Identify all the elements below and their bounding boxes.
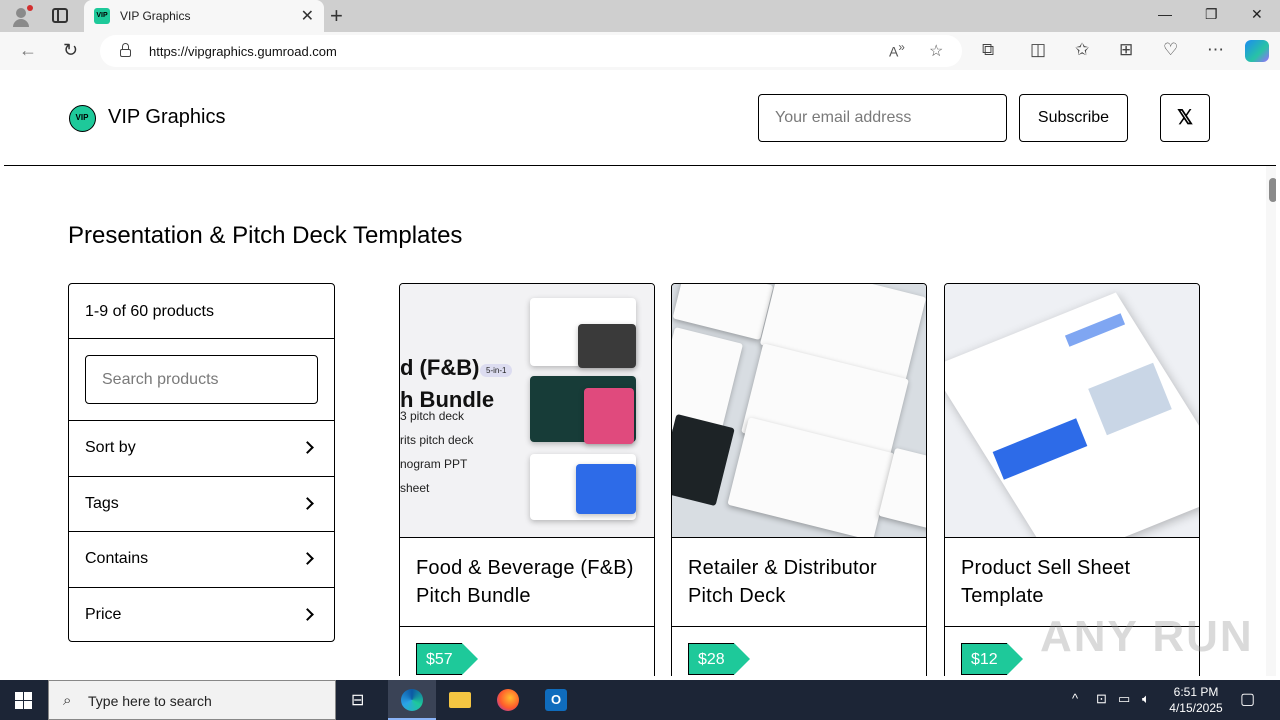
file-explorer-icon[interactable]: [436, 680, 484, 720]
favorites-icon[interactable]: ✩: [1075, 40, 1089, 60]
windows-start-icon[interactable]: [15, 692, 32, 709]
search-input[interactable]: [85, 355, 318, 404]
task-view-icon[interactable]: ⊟: [336, 680, 384, 720]
x-social-button[interactable]: 𝕏: [1160, 94, 1210, 142]
chevron-right-icon: [301, 496, 314, 510]
browser-tab-bar: VIP VIP Graphics ✕ + — ❐ ✕: [0, 0, 1280, 32]
url-text[interactable]: https://vipgraphics.gumroad.com: [149, 44, 337, 59]
filter-label: Sort by: [85, 439, 136, 456]
product-card[interactable]: Retailer & Distributor Pitch Deck $28: [671, 283, 927, 676]
slide-image: [584, 388, 634, 444]
volume-icon[interactable]: 🔈︎: [1142, 691, 1150, 707]
slide-image: [672, 413, 735, 507]
filter-contains[interactable]: Contains: [69, 532, 334, 588]
search-icon: ⌕: [63, 692, 72, 709]
watermark: ANY RUN: [1040, 612, 1254, 661]
filter-label: Contains: [85, 550, 149, 567]
price-row: $57: [400, 626, 654, 676]
slide-image: [578, 324, 636, 368]
product-thumbnail[interactable]: [945, 284, 1199, 538]
subscribe-button[interactable]: Subscribe: [1019, 94, 1128, 142]
new-tab-icon[interactable]: +: [330, 3, 343, 29]
scrollbar[interactable]: [1266, 166, 1276, 676]
page-viewport: VIP VIP Graphics Subscribe 𝕏 Presentatio…: [4, 70, 1276, 676]
thumbnail-pill: 5-in-1: [480, 364, 513, 377]
reload-icon[interactable]: ↻: [63, 40, 78, 61]
slide-image: [945, 292, 1199, 537]
extensions-icon[interactable]: ⧉: [982, 40, 994, 60]
thumbnail-text: 3 pitch deck: [400, 409, 465, 423]
outlook-icon[interactable]: O: [532, 680, 580, 720]
network-device-icon[interactable]: ⊡: [1096, 691, 1107, 707]
product-thumbnail[interactable]: d (F&B) h Bundle 5-in-1 3 pitch deck rits…: [400, 284, 654, 538]
price-tag: $12: [961, 643, 1023, 675]
address-bar[interactable]: https://vipgraphics.gumroad.com A» ☆: [100, 35, 962, 67]
product-name[interactable]: Product Sell Sheet Template: [961, 554, 1191, 610]
taskbar: ⌕ Type here to search ⊟ O ^ ⊡ ▭ 🔈︎ 6:51 …: [0, 680, 1280, 720]
product-name[interactable]: Food & Beverage (F&B) Pitch Bundle: [416, 554, 646, 610]
product-thumbnail[interactable]: [672, 284, 926, 538]
price-row: $28: [672, 626, 926, 676]
taskbar-search[interactable]: ⌕ Type here to search: [48, 680, 336, 720]
thumbnail-text: nogram PPT: [400, 457, 468, 471]
firefox-icon[interactable]: [484, 680, 532, 720]
favicon-icon: VIP: [94, 8, 110, 24]
taskbar-search-placeholder: Type here to search: [88, 693, 212, 709]
edge-taskbar-icon[interactable]: [388, 680, 436, 720]
tray-chevron-up-icon[interactable]: ^: [1072, 691, 1078, 706]
site-header: VIP VIP Graphics Subscribe 𝕏: [4, 70, 1276, 166]
filter-label: Price: [85, 605, 122, 623]
chevron-right-icon: [301, 552, 314, 565]
split-screen-icon[interactable]: ◫: [1030, 40, 1046, 60]
filter-sort-by[interactable]: Sort by: [69, 421, 334, 477]
thumbnail-headline: d (F&B) h Bundle: [400, 355, 495, 412]
x-logo-icon: 𝕏: [1176, 107, 1194, 129]
brand-logo[interactable]: VIP: [69, 105, 96, 132]
browser-toolbar: ← ↻ https://vipgraphics.gumroad.com A» ☆…: [0, 32, 1280, 70]
thumbnail-text: rits pitch deck: [400, 433, 474, 447]
read-aloud-icon[interactable]: A»: [889, 41, 905, 60]
maximize-icon[interactable]: ❐: [1205, 6, 1218, 23]
lock-icon[interactable]: [120, 43, 131, 57]
close-tab-icon[interactable]: ✕: [301, 6, 314, 26]
minimize-icon[interactable]: —: [1158, 6, 1172, 22]
profile-icon[interactable]: [10, 5, 33, 27]
chevron-right-icon: [301, 607, 314, 621]
filter-price[interactable]: Price: [69, 588, 334, 644]
page-title: Presentation & Pitch Deck Templates: [68, 222, 463, 249]
price-tag: $28: [688, 643, 750, 675]
tab-actions-icon[interactable]: [52, 8, 68, 23]
close-window-icon[interactable]: ✕: [1251, 6, 1263, 23]
notifications-icon[interactable]: ▢: [1240, 689, 1255, 709]
product-card[interactable]: d (F&B) h Bundle 5-in-1 3 pitch deck rits…: [399, 283, 655, 676]
filter-tags[interactable]: Tags: [69, 477, 334, 532]
network-icon[interactable]: ▭: [1118, 691, 1130, 707]
browser-tab[interactable]: VIP VIP Graphics ✕: [84, 0, 324, 32]
favorite-star-icon[interactable]: ☆: [929, 41, 943, 61]
price-tag: $57: [416, 643, 478, 675]
scrollbar-thumb[interactable]: [1269, 178, 1276, 202]
tab-title: VIP Graphics: [120, 9, 191, 23]
chevron-right-icon: [301, 441, 314, 454]
copilot-icon[interactable]: [1245, 40, 1269, 62]
back-icon[interactable]: ←: [19, 40, 37, 61]
brand-name[interactable]: VIP Graphics: [108, 106, 225, 129]
email-field[interactable]: [758, 94, 1007, 142]
product-count: 1-9 of 60 products: [69, 284, 334, 339]
taskbar-clock[interactable]: 6:51 PM 4/15/2025: [1164, 684, 1228, 716]
collections-icon[interactable]: ⊞: [1119, 40, 1133, 60]
thumbnail-text: sheet: [400, 481, 430, 495]
slide-image: [576, 464, 636, 514]
product-name[interactable]: Retailer & Distributor Pitch Deck: [688, 554, 918, 610]
filters-panel: 1-9 of 60 products Sort by Tags Contains…: [68, 283, 335, 642]
filter-label: Tags: [85, 494, 119, 512]
browser-essentials-icon[interactable]: ♡: [1163, 40, 1178, 60]
more-icon[interactable]: ⋯: [1207, 40, 1224, 60]
